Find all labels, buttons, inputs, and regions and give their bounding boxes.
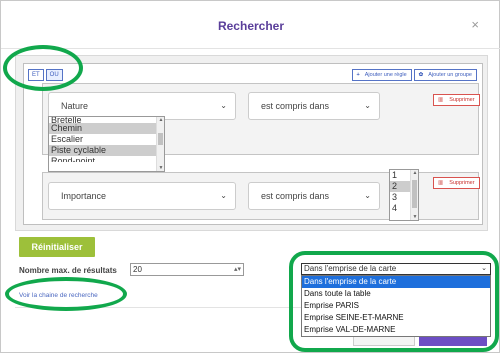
add-rule-label: Ajouter une règle (364, 72, 407, 78)
delete-label: Supprimer (449, 180, 475, 186)
operator-select-nature[interactable]: est compris dans ⌄ (248, 92, 380, 120)
and-button[interactable]: ET (28, 69, 44, 81)
max-results-value: 20 (133, 265, 142, 274)
query-builder-panel: ET OU + Ajouter une règle ✿ Ajouter un gro… (15, 55, 488, 231)
field-select-value: Nature (61, 101, 89, 111)
chevron-down-icon: ⌄ (481, 265, 487, 272)
extent-option[interactable]: Dans l'emprise de la carte (302, 276, 490, 288)
chevron-down-icon: ⌄ (220, 101, 227, 110)
field-select-value: Importance (61, 191, 107, 201)
scroll-up-icon: ▲ (412, 170, 418, 176)
list-item[interactable]: Piste cyclable (49, 145, 164, 156)
value-listbox-nature[interactable]: Bretelle Chemin Escalier Piste cyclable … (48, 116, 165, 172)
extent-option[interactable]: Emprise VAL-DE-MARNE (302, 324, 490, 336)
list-item[interactable]: 2 (390, 181, 410, 192)
operator-select-value: est compris dans (261, 101, 330, 111)
rule-nature: Nature ⌄ est compris dans ⌄ ▥ Supprimer B… (42, 83, 480, 172)
dialog-header: Rechercher × (1, 1, 500, 49)
extent-option[interactable]: Dans toute la table (302, 288, 490, 300)
list-item[interactable]: Escalier (49, 134, 164, 145)
scroll-down-icon: ▼ (412, 214, 418, 220)
value-listbox-importance[interactable]: 1 2 3 4 ▲ ▼ (389, 169, 419, 221)
group-action-buttons: + Ajouter une règle ✿ Ajouter un groupe (351, 69, 477, 81)
operator-select-value: est compris dans (261, 191, 330, 201)
extent-select[interactable]: Dans l'emprise de la carte ⌄ (301, 263, 491, 275)
close-icon[interactable]: × (471, 17, 479, 32)
max-results-input[interactable]: 20 ▴▾ (130, 263, 244, 276)
field-select-importance[interactable]: Importance ⌄ (48, 182, 236, 210)
plus-icon: + (356, 72, 360, 78)
group-condition-buttons: ET OU (28, 69, 63, 81)
reset-button[interactable]: Réinitialiser (19, 237, 95, 257)
scroll-up-icon: ▲ (158, 117, 164, 123)
chevron-down-icon: ⌄ (364, 101, 371, 110)
chevron-down-icon: ⌄ (364, 191, 371, 200)
add-group-button[interactable]: ✿ Ajouter un groupe (413, 69, 477, 81)
or-button[interactable]: OU (45, 69, 63, 81)
gear-icon: ✿ (418, 72, 424, 78)
extent-option[interactable]: Emprise PARIS (302, 300, 490, 312)
extent-option[interactable]: Emprise SEINE-ET-MARNE (302, 312, 490, 324)
trash-icon: ▥ (438, 180, 444, 186)
rule-importance: Importance ⌄ est compris dans ⌄ 1 2 3 4 … (42, 169, 480, 221)
scroll-down-icon: ▼ (158, 165, 164, 171)
trash-icon: ▥ (438, 97, 444, 103)
search-dialog: Rechercher × ET OU + Ajouter une règle ✿ A… (0, 0, 500, 353)
delete-rule-button[interactable]: ▥ Supprimer (433, 94, 480, 106)
delete-label: Supprimer (449, 97, 475, 103)
extent-select-value: Dans l'emprise de la carte (304, 264, 397, 273)
listbox-scrollbar[interactable]: ▲ ▼ (410, 170, 418, 220)
chevron-down-icon: ⌄ (220, 191, 227, 200)
spinner-icon[interactable]: ▴▾ (234, 264, 241, 275)
max-results-label: Nombre max. de résultats (19, 266, 117, 275)
add-rule-button[interactable]: + Ajouter une règle (351, 69, 412, 81)
add-group-label: Ajouter un groupe (428, 72, 472, 78)
rule-group: ET OU + Ajouter une règle ✿ Ajouter un gro… (23, 63, 483, 225)
delete-rule-button[interactable]: ▥ Supprimer (433, 177, 480, 189)
search-chain-link[interactable]: Voir la chaine de recherche (19, 292, 98, 299)
listbox-scrollbar[interactable]: ▲ ▼ (156, 117, 164, 171)
operator-select-importance[interactable]: est compris dans ⌄ (248, 182, 380, 210)
dialog-title: Rechercher (217, 19, 285, 33)
list-item[interactable]: Rond-point (49, 156, 164, 162)
scroll-thumb[interactable] (412, 180, 417, 208)
extent-dropdown: Dans l'emprise de la carte Dans toute la… (301, 275, 491, 337)
scroll-thumb[interactable] (158, 133, 163, 145)
list-item[interactable]: Chemin (49, 123, 164, 134)
